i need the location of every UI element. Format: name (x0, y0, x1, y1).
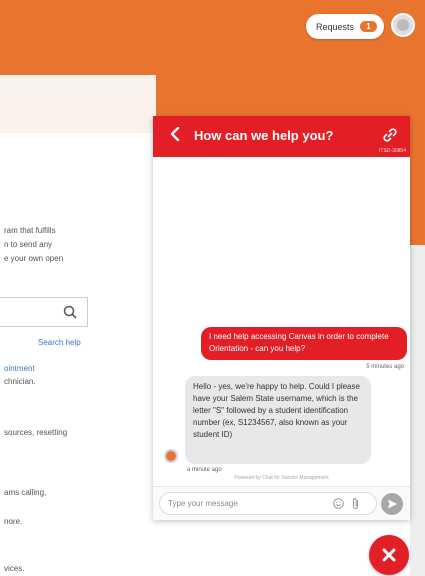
chat-header: How can we help you? ITSD-30854 (153, 116, 410, 157)
incoming-message: Hello - yes, we're happy to help. Could … (185, 376, 371, 464)
body-text-line: ram that fulfills (4, 226, 56, 235)
requests-button[interactable]: Requests 1 (306, 14, 384, 39)
chat-id-code: ITSD-30854 (379, 148, 406, 154)
body-text-line: e your own open (4, 254, 64, 263)
body-text-line: vices. (4, 564, 25, 573)
chat-title: How can we help you? (194, 128, 334, 143)
appointment-link[interactable]: ointment (4, 364, 35, 373)
paperclip-icon[interactable] (351, 497, 360, 510)
incoming-message-time: a minute ago (187, 467, 222, 473)
powered-by-text: Powered by Chat for Service Management (234, 475, 329, 481)
send-button[interactable] (381, 493, 403, 515)
outgoing-message-time: 5 minutes ago (366, 364, 404, 370)
search-icon[interactable] (63, 305, 77, 319)
close-chat-button[interactable] (369, 535, 409, 575)
body-text-line: n to send any (4, 240, 53, 249)
close-icon (382, 548, 396, 562)
message-input[interactable] (159, 492, 377, 515)
link-icon[interactable] (382, 127, 398, 143)
user-avatar[interactable] (391, 13, 415, 37)
send-icon (388, 499, 397, 509)
body-text-line: sources, resetting (4, 428, 68, 437)
help-search-input[interactable] (0, 297, 88, 327)
requests-label: Requests (316, 21, 355, 32)
body-text-line: nore. (4, 517, 23, 526)
message-composer (153, 486, 410, 520)
body-text-line: ams calling, (4, 488, 47, 497)
outgoing-message: I need help accessing Canvas in order to… (201, 327, 407, 360)
agent-avatar (164, 449, 178, 463)
requests-count-badge: 1 (360, 21, 378, 32)
hero-panel (0, 75, 156, 133)
page-scroll-strip (410, 245, 425, 576)
emoji-icon[interactable] (333, 498, 344, 509)
chevron-left-icon[interactable] (169, 127, 181, 141)
search-help-link[interactable]: Search help (38, 338, 81, 347)
body-text-line: chnician. (4, 377, 36, 386)
chat-window: How can we help you? ITSD-30854 I need h… (153, 116, 410, 520)
